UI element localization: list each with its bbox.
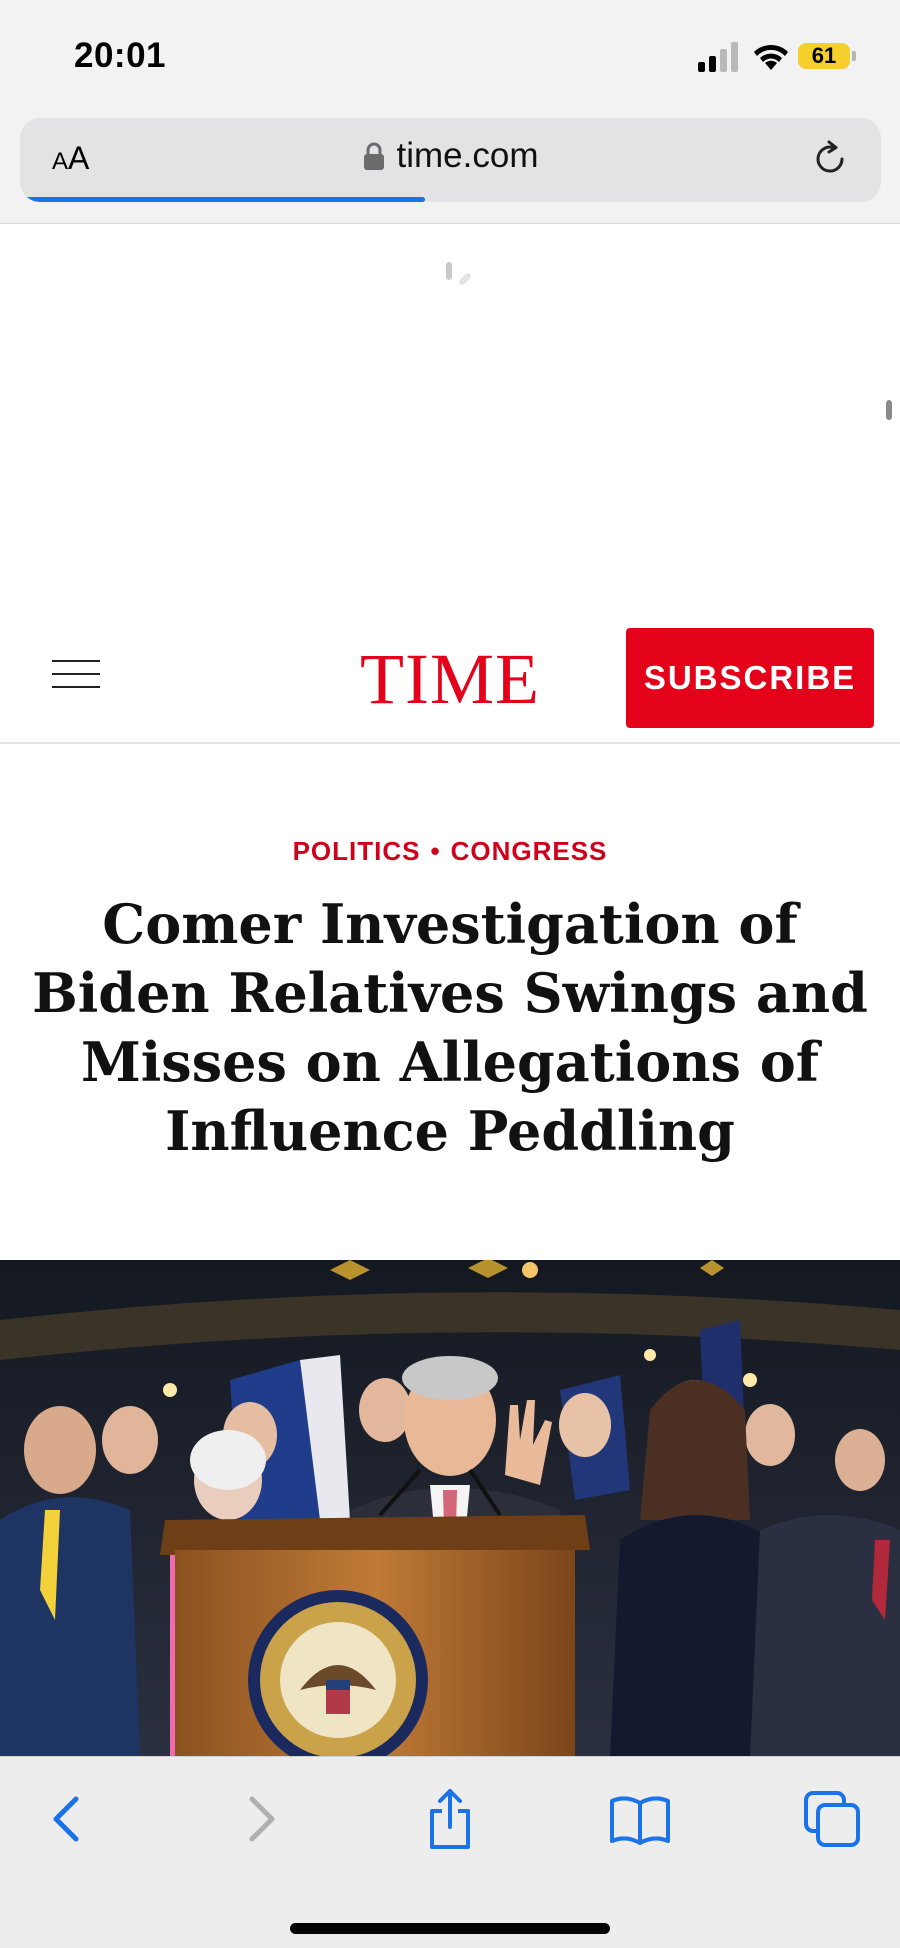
safari-screen: 20:01 61 A A time.com TIME SUBSCRIBE POL…	[0, 0, 900, 1948]
loading-spinner-icon	[446, 262, 471, 285]
url-display[interactable]: time.com	[20, 136, 881, 176]
battery-level: 61	[798, 43, 850, 69]
page-load-progress-bar	[24, 197, 425, 202]
share-icon[interactable]	[418, 1787, 482, 1851]
status-bar: 20:01 61	[0, 0, 900, 112]
hamburger-menu-icon[interactable]	[52, 660, 100, 690]
scroll-indicator[interactable]	[886, 400, 892, 420]
browser-address-region: A A time.com	[0, 112, 900, 224]
battery-icon: 61	[798, 40, 856, 72]
lock-icon	[363, 142, 384, 170]
breadcrumb-subsection-link[interactable]: CONGRESS	[451, 836, 608, 866]
url-text: time.com	[396, 136, 539, 175]
breadcrumb: POLITICS • CONGRESS	[0, 836, 900, 867]
reload-icon[interactable]	[809, 138, 851, 180]
breadcrumb-separator: •	[430, 836, 441, 866]
breadcrumb-section-link[interactable]: POLITICS	[293, 836, 421, 866]
wifi-icon	[754, 44, 788, 70]
cellular-signal-icon	[698, 42, 738, 72]
press-conference-photo	[0, 1260, 900, 1758]
address-bar[interactable]: A A time.com	[20, 118, 881, 202]
article-header: POLITICS • CONGRESS Comer Investigation of…	[0, 744, 900, 1260]
bookmarks-icon[interactable]	[608, 1787, 672, 1851]
back-icon[interactable]	[36, 1787, 100, 1851]
subscribe-button[interactable]: SUBSCRIBE	[626, 628, 874, 728]
article-hero-image[interactable]	[0, 1260, 900, 1758]
status-time: 20:01	[74, 36, 167, 75]
article-headline: Comer Investigation of Biden Relatives S…	[32, 892, 868, 1163]
forward-icon[interactable]	[228, 1787, 292, 1851]
site-header: TIME SUBSCRIBE	[0, 608, 900, 744]
tabs-icon[interactable]	[800, 1787, 864, 1851]
home-indicator[interactable]	[290, 1923, 610, 1934]
browser-toolbar	[0, 1756, 900, 1948]
time-logo[interactable]: TIME	[360, 638, 540, 721]
ad-placeholder	[0, 224, 900, 608]
